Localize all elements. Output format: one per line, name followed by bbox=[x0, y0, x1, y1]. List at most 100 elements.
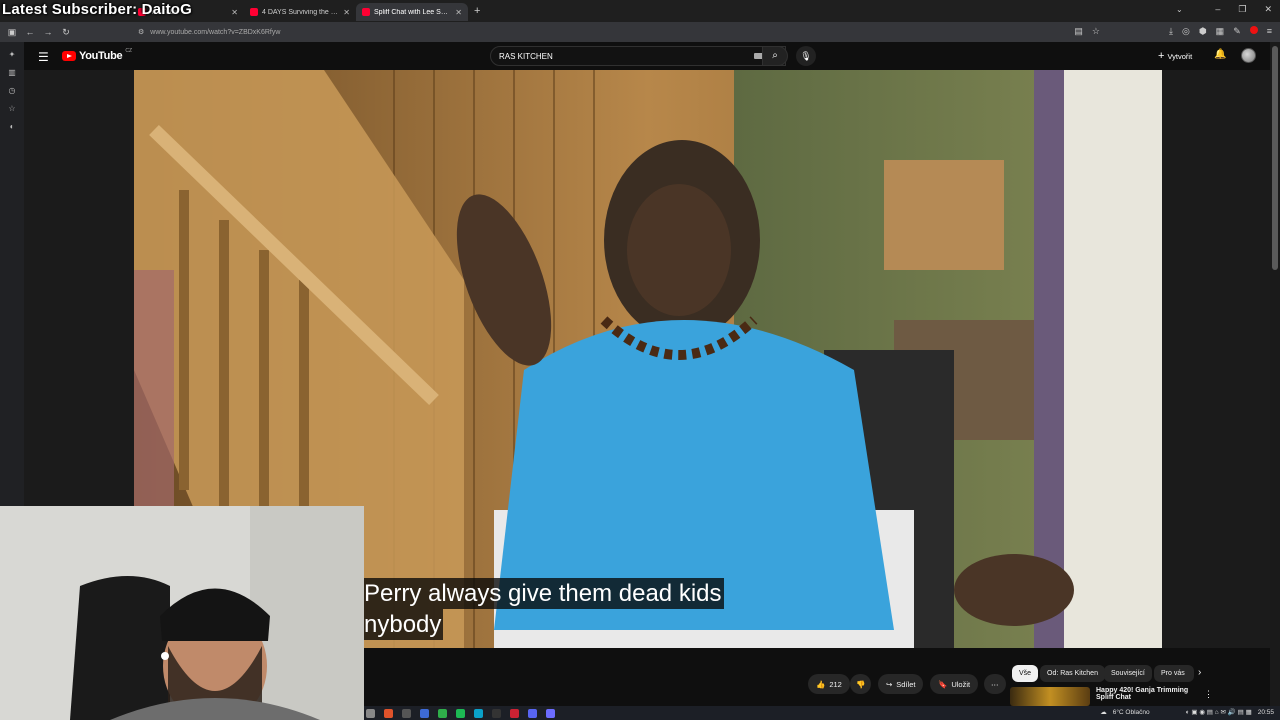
extensions-icon[interactable]: ⬢ bbox=[1199, 26, 1207, 37]
voice-search-button[interactable]: 🎙 bbox=[796, 46, 816, 66]
toolbar-extensions: ▤ ☆ ⤓ ◎ ⬢ ▦ ✎ ≡ bbox=[1074, 26, 1272, 37]
dislike-button[interactable]: 👎 bbox=[850, 674, 872, 694]
youtube-header: ☰ YouTube CZ RAS KITCHEN ✕ ⌕ 🎙 + Vytvoři… bbox=[24, 42, 1270, 70]
menu-icon[interactable]: ≡ bbox=[1267, 26, 1272, 37]
app-icon[interactable] bbox=[492, 708, 501, 718]
window-controls: – ❐ ✕ bbox=[1215, 4, 1272, 15]
chip-label: Vše bbox=[1019, 670, 1032, 677]
video-captions: Perry always give them dead kids nybody bbox=[362, 578, 724, 640]
back-icon[interactable]: ← bbox=[21, 27, 39, 37]
reader-icon[interactable]: ▤ bbox=[1074, 26, 1083, 37]
caption-line: nybody bbox=[362, 609, 444, 640]
clock[interactable]: 20:55 bbox=[1258, 709, 1274, 716]
minimize-icon[interactable]: – bbox=[1215, 4, 1220, 15]
caption-line: Perry always give them dead kids bbox=[362, 578, 724, 609]
favorites-icon[interactable]: ☆ bbox=[8, 104, 15, 113]
recommended-thumbnail[interactable] bbox=[1010, 687, 1090, 706]
create-label: Vytvořit bbox=[1167, 51, 1193, 61]
app-icon[interactable] bbox=[510, 708, 519, 718]
weather-text[interactable]: 6°C Oblačno bbox=[1113, 709, 1150, 716]
close-tab-icon[interactable]: ✕ bbox=[455, 8, 462, 17]
chip-related[interactable]: Související bbox=[1104, 665, 1152, 682]
weather-icon: ☁ bbox=[1100, 709, 1107, 716]
more-actions-button[interactable]: ⋯ bbox=[984, 674, 1006, 694]
chip-label: Související bbox=[1111, 670, 1145, 677]
scrollbar-thumb[interactable] bbox=[1272, 46, 1278, 270]
avatar[interactable] bbox=[1241, 48, 1256, 63]
like-count: 212 bbox=[829, 679, 842, 689]
site-info-icon[interactable]: ⚙ bbox=[138, 28, 144, 36]
youtube-wordmark: YouTube bbox=[79, 50, 123, 62]
app-icon[interactable] bbox=[420, 708, 429, 718]
save-button[interactable]: 🔖 Uložit bbox=[930, 674, 979, 694]
tab-list-chevron-icon[interactable]: ⌄ bbox=[1176, 5, 1183, 14]
new-tab-button[interactable]: + bbox=[474, 5, 480, 17]
microphone-icon: 🎙 bbox=[800, 51, 812, 61]
app-icon[interactable] bbox=[402, 708, 411, 718]
webcam-overlay bbox=[0, 506, 364, 720]
chip-label: Od: Ras Kitchen bbox=[1047, 670, 1098, 677]
chip-for-you[interactable]: Pro vás bbox=[1154, 665, 1194, 682]
close-window-icon[interactable]: ✕ bbox=[1264, 4, 1272, 15]
restore-icon[interactable]: ❐ bbox=[1238, 4, 1246, 15]
address-bar: ▣ ← → ↻ ⚙ www.youtube.com/watch?v=ZBDxK6… bbox=[0, 22, 1280, 42]
wallet-sidebar-icon[interactable]: ◐ bbox=[10, 122, 15, 131]
app-icon[interactable] bbox=[474, 708, 483, 718]
hamburger-menu-icon[interactable]: ☰ bbox=[38, 50, 49, 64]
search-input[interactable]: RAS KITCHEN ✕ bbox=[490, 46, 786, 66]
chevron-right-icon[interactable]: › bbox=[1198, 667, 1201, 678]
sidebar-toggle-icon[interactable]: ▣ bbox=[3, 27, 21, 38]
brave-icon[interactable] bbox=[384, 708, 393, 718]
system-tray: ☁ 6°C Oblačno ◐ ▣ ◉ ▤ ⌂ ✉ 🔊 ▤ ▦ 20:55 bbox=[1100, 708, 1274, 717]
spotify-icon[interactable] bbox=[456, 708, 465, 718]
video-action-bar: 👍 212 👎 ↪ Sdílet 🔖 Uložit ⋯ Vše Od: Ras … bbox=[364, 648, 1270, 706]
youtube-favicon-icon bbox=[250, 8, 258, 16]
stream-overlay-label: Latest Subscriber: DaitoG bbox=[2, 1, 193, 18]
country-code: CZ bbox=[125, 48, 132, 54]
youtube-logo[interactable]: YouTube CZ bbox=[62, 48, 132, 62]
discord-icon[interactable] bbox=[528, 708, 537, 718]
recommended-menu-icon[interactable]: ⋮ bbox=[1204, 689, 1213, 700]
close-tab-icon[interactable]: ✕ bbox=[343, 8, 350, 17]
record-extension-icon[interactable] bbox=[1249, 26, 1258, 37]
thumbs-down-icon: 👎 bbox=[856, 679, 866, 689]
bookmark-star-icon[interactable]: ☆ bbox=[1092, 26, 1100, 37]
bookmarks-icon[interactable]: ▥ bbox=[8, 68, 16, 77]
more-icon: ⋯ bbox=[991, 679, 999, 689]
create-button[interactable]: + Vytvořit bbox=[1158, 50, 1192, 62]
youtube-favicon-icon bbox=[362, 8, 370, 16]
chip-label: Pro vás bbox=[1161, 670, 1185, 677]
notifications-bell-icon[interactable]: 🔔 bbox=[1214, 49, 1226, 60]
wallet-icon[interactable]: ▦ bbox=[1216, 26, 1225, 37]
url-field[interactable]: ⚙ www.youtube.com/watch?v=ZBDxK6Rfyw bbox=[138, 25, 1058, 39]
app-icon[interactable] bbox=[438, 708, 447, 718]
tab-title: 4 DAYS Surviving the SWAMP & bbox=[262, 8, 339, 16]
plus-icon: + bbox=[1158, 50, 1165, 62]
browser-tab-2[interactable]: Spliff Chat with Lee Scratch ✕ bbox=[356, 3, 468, 21]
share-button[interactable]: ↪ Sdílet bbox=[878, 674, 924, 694]
search-button[interactable]: ⌕ bbox=[762, 46, 788, 66]
history-icon[interactable]: ◷ bbox=[9, 86, 16, 95]
share-icon: ↪ bbox=[886, 679, 893, 689]
app-icon[interactable] bbox=[546, 708, 555, 718]
recommended-video[interactable]: Happy 420! Ganja Trimming Spliff Chat bbox=[1010, 687, 1270, 706]
recommended-title: Happy 420! Ganja Trimming bbox=[1096, 687, 1189, 694]
like-button[interactable]: 👍 212 bbox=[808, 674, 850, 694]
start-icon[interactable] bbox=[366, 708, 375, 718]
ai-icon[interactable]: ✦ bbox=[9, 50, 16, 59]
tab-title: Spliff Chat with Lee Scratch bbox=[374, 8, 452, 16]
forward-icon[interactable]: → bbox=[39, 27, 57, 37]
close-tab-icon[interactable]: ✕ bbox=[231, 8, 238, 17]
vpn-icon[interactable]: ◎ bbox=[1182, 26, 1190, 37]
browser-tab-1[interactable]: 4 DAYS Surviving the SWAMP & ✕ bbox=[244, 3, 356, 21]
chip-from-channel[interactable]: Od: Ras Kitchen bbox=[1040, 665, 1105, 682]
bookmark-icon: 🔖 bbox=[938, 679, 948, 689]
save-label: Uložit bbox=[951, 679, 971, 689]
download-icon[interactable]: ⤓ bbox=[1169, 26, 1173, 37]
translate-icon[interactable]: ✎ bbox=[1233, 26, 1241, 37]
recommended-subtitle: Spliff Chat bbox=[1096, 694, 1131, 701]
chip-all[interactable]: Vše bbox=[1012, 665, 1039, 682]
os-taskbar: ☁ 6°C Oblačno ◐ ▣ ◉ ▤ ⌂ ✉ 🔊 ▤ ▦ 20:55 bbox=[364, 706, 1280, 720]
tray-icons[interactable]: ◐ ▣ ◉ ▤ ⌂ ✉ 🔊 ▤ ▦ bbox=[1186, 708, 1252, 716]
reload-icon[interactable]: ↻ bbox=[57, 27, 75, 38]
